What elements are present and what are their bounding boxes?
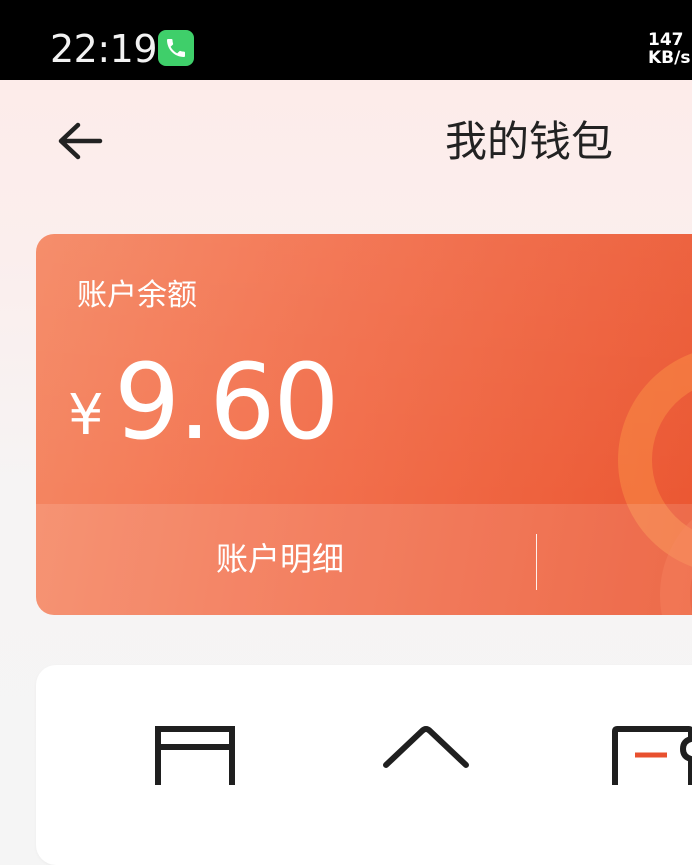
page-title: 我的钱包	[445, 117, 614, 166]
card-icon[interactable]	[154, 725, 238, 785]
balance-card: 账户余额 ¥ 9.60 账户明细	[36, 234, 692, 615]
status-time: 22:19	[50, 27, 158, 71]
status-bar: 22:19 147 KB/s	[0, 0, 692, 80]
network-speed: 147 KB/s	[648, 32, 690, 68]
card-footer: 账户明细	[36, 504, 692, 615]
ticket-icon[interactable]	[611, 725, 692, 785]
account-detail-link[interactable]: 账户明细	[216, 540, 344, 578]
wallet-page: 我的钱包 账户余额 ¥ 9.60 账户明细	[0, 80, 692, 865]
network-speed-unit: KB/s	[648, 48, 691, 68]
phone-icon[interactable]	[158, 30, 194, 66]
back-button[interactable]	[50, 116, 110, 176]
currency-symbol: ¥	[68, 383, 104, 448]
footer-divider	[536, 534, 537, 590]
home-icon[interactable]	[382, 725, 472, 785]
wallet-menu-card	[36, 665, 692, 865]
arrow-left-icon	[58, 122, 103, 160]
balance-amount: 9.60	[114, 341, 340, 463]
balance-label: 账户余额	[77, 278, 197, 313]
